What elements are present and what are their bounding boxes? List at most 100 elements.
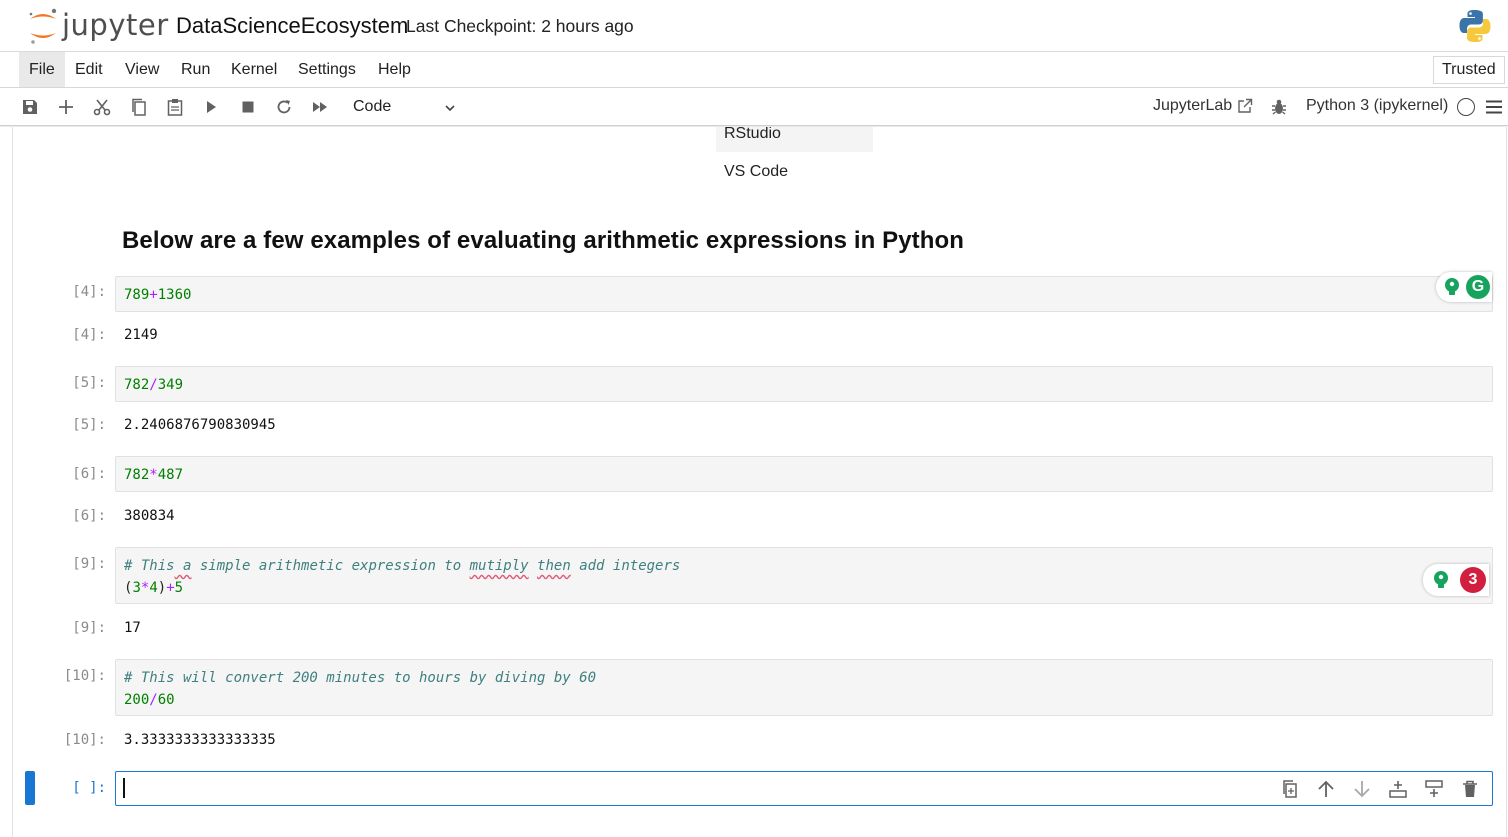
notebook-title[interactable]: DataScienceEcosystem bbox=[176, 13, 408, 39]
output-prompt: [4]: bbox=[72, 327, 106, 343]
cell-type-select[interactable]: Code bbox=[345, 94, 460, 120]
menu-view[interactable]: View bbox=[115, 52, 169, 87]
spelling-flag[interactable]: then bbox=[537, 558, 571, 574]
debugger-bug-icon[interactable] bbox=[1270, 98, 1288, 116]
table-row: VS Code bbox=[724, 163, 789, 180]
add-cell-icon bbox=[59, 100, 73, 114]
code-token: 487 bbox=[157, 467, 184, 483]
input-prompt: [ ]: bbox=[72, 780, 106, 796]
cell-output: 2149 bbox=[124, 327, 158, 343]
run-icon bbox=[207, 101, 216, 113]
code-cell-input[interactable]: 782/349 bbox=[115, 366, 1493, 402]
code-cell-input[interactable]: 782*487 bbox=[115, 456, 1493, 492]
notebook-toolbar: Code JupyterLab Python 3 (ipykernel) bbox=[0, 88, 1508, 126]
code-token: 60 bbox=[157, 692, 175, 708]
code-token: 5 bbox=[174, 580, 184, 596]
restart-icon bbox=[277, 100, 291, 114]
chevron-down-icon bbox=[445, 105, 455, 112]
restart-button[interactable] bbox=[273, 96, 295, 118]
output-prompt: [6]: bbox=[72, 508, 106, 524]
save-button[interactable] bbox=[19, 96, 41, 118]
menu-help[interactable]: Help bbox=[368, 52, 421, 87]
restart-run-all-button[interactable] bbox=[309, 96, 331, 118]
open-jupyterlab-link[interactable]: JupyterLab bbox=[1153, 97, 1232, 115]
code-line: # This a simple arithmetic expression to… bbox=[124, 555, 1484, 577]
code-token: / bbox=[149, 692, 158, 708]
code-token: 789 bbox=[124, 287, 150, 303]
code-token: 349 bbox=[157, 377, 184, 393]
code-comment: add integers bbox=[570, 558, 681, 574]
code-token: * bbox=[149, 467, 158, 483]
duplicate-cell-button[interactable] bbox=[1280, 779, 1300, 799]
input-prompt: [6]: bbox=[72, 466, 106, 482]
copy-icon bbox=[132, 98, 146, 116]
table-row: RStudio bbox=[716, 127, 873, 152]
grammarly-g-icon: G bbox=[1466, 275, 1490, 299]
code-line: (3*4)+5 bbox=[124, 577, 1484, 599]
menu-edit[interactable]: Edit bbox=[65, 52, 113, 87]
menu-file[interactable]: File bbox=[19, 52, 65, 87]
output-prompt: [10]: bbox=[63, 732, 106, 748]
paste-button[interactable] bbox=[164, 96, 186, 118]
cell-type-value: Code bbox=[353, 98, 392, 115]
jupyter-logo-icon bbox=[29, 8, 57, 44]
cell-output: 380834 bbox=[124, 508, 175, 524]
code-cell-input[interactable]: # This will convert 200 minutes to hours… bbox=[115, 659, 1493, 716]
jupyter-wordmark: jupyter bbox=[62, 8, 169, 42]
spelling-flag[interactable]: mutiply bbox=[470, 558, 529, 574]
delete-cell-button[interactable] bbox=[1460, 779, 1480, 799]
code-cell-input[interactable]: # This a simple arithmetic expression to… bbox=[115, 547, 1493, 604]
code-token: 782 bbox=[124, 467, 150, 483]
lightbulb-icon bbox=[1445, 278, 1459, 295]
code-comment: # This will convert 200 minutes to hours… bbox=[124, 670, 597, 686]
run-button[interactable] bbox=[200, 96, 222, 118]
notebook-panel[interactable]: RStudio VS Code Below are a few examples… bbox=[0, 127, 1508, 837]
input-prompt: [4]: bbox=[72, 284, 106, 300]
menu-run[interactable]: Run bbox=[171, 52, 220, 87]
external-link-icon bbox=[1238, 98, 1253, 113]
markdown-heading: Below are a few examples of evaluating a… bbox=[122, 227, 965, 254]
fast-forward-icon bbox=[313, 102, 327, 112]
jupyter-logo[interactable]: jupyter bbox=[26, 6, 168, 46]
stop-icon bbox=[242, 101, 254, 113]
insert-cell-below-button[interactable] bbox=[1424, 779, 1444, 799]
duplicate-icon bbox=[1283, 780, 1297, 798]
menu-settings[interactable]: Settings bbox=[288, 52, 366, 87]
code-token: + bbox=[166, 580, 175, 596]
trash-icon bbox=[1463, 780, 1477, 797]
kernel-name[interactable]: Python 3 (ipykernel) bbox=[1306, 97, 1448, 115]
copy-button[interactable] bbox=[128, 96, 150, 118]
stop-button[interactable] bbox=[237, 96, 259, 118]
insert-cell-above-button[interactable] bbox=[1388, 779, 1408, 799]
checkpoint-status: Last Checkpoint: 2 hours ago bbox=[406, 16, 634, 36]
code-token: 3 bbox=[132, 580, 141, 596]
grammarly-issue-count-badge: 3 bbox=[1460, 567, 1486, 593]
insert-above-icon bbox=[1389, 781, 1407, 798]
notebook-right-border bbox=[1506, 127, 1507, 837]
menu-bar: File Edit View Run Kernel Settings Help … bbox=[0, 52, 1508, 88]
code-token: 4 bbox=[149, 580, 158, 596]
notebook-left-border bbox=[12, 127, 13, 837]
grammarly-widget[interactable]: 3 bbox=[1423, 564, 1489, 596]
cut-button[interactable] bbox=[91, 96, 113, 118]
output-prompt: [9]: bbox=[72, 620, 106, 636]
grammarly-widget[interactable]: G bbox=[1436, 272, 1492, 302]
code-comment bbox=[529, 558, 537, 574]
arrow-down-icon bbox=[1354, 781, 1370, 798]
spelling-flag[interactable]: a bbox=[175, 558, 191, 574]
code-cell-input[interactable]: 789+1360 bbox=[115, 276, 1493, 312]
code-comment: # This bbox=[124, 558, 175, 574]
code-line: # This will convert 200 minutes to hours… bbox=[124, 667, 1484, 689]
active-code-cell-input[interactable] bbox=[115, 771, 1493, 806]
code-token: / bbox=[149, 377, 158, 393]
move-cell-up-button[interactable] bbox=[1316, 779, 1336, 799]
menu-kernel[interactable]: Kernel bbox=[221, 52, 287, 87]
add-cell-button[interactable] bbox=[55, 96, 77, 118]
arrow-up-icon bbox=[1318, 780, 1334, 797]
top-header: jupyter DataScienceEcosystem Last Checkp… bbox=[0, 0, 1508, 52]
menu-hamburger-icon[interactable] bbox=[1486, 100, 1502, 114]
code-line: 200/60 bbox=[124, 689, 1484, 711]
trusted-indicator[interactable]: Trusted bbox=[1433, 56, 1505, 84]
kernel-idle-status-icon bbox=[1457, 98, 1475, 116]
move-cell-down-button[interactable] bbox=[1352, 779, 1372, 799]
